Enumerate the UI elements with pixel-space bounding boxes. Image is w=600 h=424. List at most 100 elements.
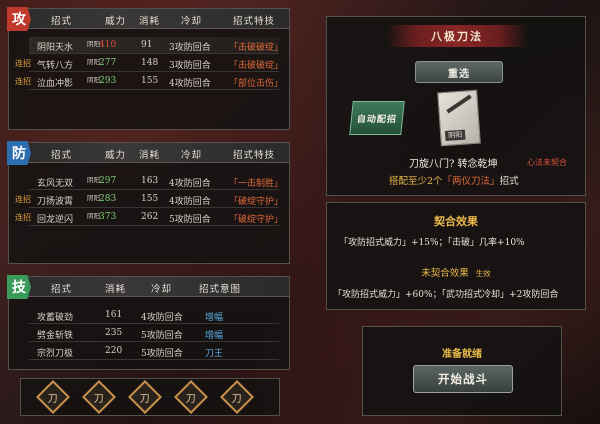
- move-name: 宗烈刀极: [37, 349, 74, 359]
- move-cooldown: 3攻防回合: [169, 43, 211, 53]
- start-battle-button[interactable]: 开始战斗: [413, 365, 513, 393]
- attack-icon: 攻: [7, 7, 31, 31]
- col-cooldown: 冷却: [181, 16, 203, 27]
- attack-row[interactable]: 阴阳天水 阴阳 410 91 3攻防回合 「击破破绽」: [29, 37, 283, 54]
- requirement-line: 搭配至少2个「两仪刀法」招式: [389, 173, 519, 187]
- requirement-suffix: 招式: [499, 176, 519, 187]
- combo-tag: 连招: [15, 77, 31, 86]
- defense-row[interactable]: 连招 回龙逆闪 阴阳 373 262 5攻防回合 「破绽守护」: [15, 209, 283, 226]
- move-cost: 262: [141, 212, 159, 222]
- skill-panel: 技 招式 消耗 冷却 招式意图 攻蓄破劲 161 4攻防回合 增幅 劈金斩铁 2…: [7, 275, 290, 370]
- combo-tag: 连招: [15, 213, 31, 222]
- move-cost: 155: [141, 76, 159, 86]
- skill-row[interactable]: 劈金斩铁 235 5攻防回合 增幅: [29, 325, 279, 342]
- reselect-label: 重选: [448, 68, 470, 80]
- unfit-title: 未契合效果: [421, 268, 469, 279]
- move-cooldown: 3攻防回合: [169, 61, 211, 71]
- xinfa-status: 心法未契合: [527, 158, 567, 167]
- blade-icon: 刀: [48, 393, 58, 405]
- move-power: 293: [99, 76, 117, 86]
- start-battle-label: 开始战斗: [438, 372, 488, 386]
- move-effect: 「击破破绽」: [229, 61, 284, 71]
- fit-title: 契合效果: [434, 215, 478, 228]
- move-power: 277: [99, 58, 117, 68]
- move-cost: 163: [141, 176, 159, 186]
- style-card: 八极刀法 重选 自动配招 阴阳 刀旋八门? 转念乾坤 心法未契合 搭配至少2个「…: [326, 16, 586, 196]
- unfit-line-b: 「武功招式冷却」+2攻防回合: [441, 290, 559, 300]
- move-intent: 刀王: [205, 349, 224, 359]
- defense-header: 防 招式 威力 消耗 冷却 招式特技: [7, 141, 289, 165]
- skill-slot[interactable]: 刀: [128, 380, 162, 414]
- skill-icon: 技: [7, 275, 31, 299]
- brush-icon: [446, 94, 472, 114]
- move-name: 攻蓄破劲: [37, 313, 74, 323]
- col-effect: 招式特技: [233, 150, 276, 161]
- auto-assign-label: 自动配招: [356, 114, 398, 125]
- style-title: 八极刀法: [431, 30, 483, 43]
- col-effect: 招式特技: [233, 16, 276, 27]
- move-name: 劈金斩铁: [37, 331, 74, 341]
- attack-row[interactable]: 连招 气转八方 阴阳 277 148 3攻防回合 「击破破绽」: [15, 55, 283, 72]
- move-cooldown: 5攻防回合: [169, 215, 211, 225]
- combo-tag: 连招: [15, 59, 31, 68]
- move-effect: 「击破破绽」: [229, 43, 284, 53]
- move-power: 283: [99, 194, 117, 204]
- move-power: 410: [99, 40, 117, 50]
- col-cost: 消耗: [105, 284, 127, 295]
- col-cooldown: 冷却: [181, 150, 203, 161]
- col-cooldown: 冷却: [151, 284, 173, 295]
- col-power: 威力: [105, 150, 127, 161]
- combo-tag: 连招: [15, 195, 31, 204]
- move-cost: 155: [141, 194, 159, 204]
- move-name: 泣血冲影: [37, 79, 74, 89]
- unfit-tag: 生效: [475, 269, 491, 278]
- ready-panel: 准备就绪 开始战斗: [362, 326, 562, 416]
- skill-slot[interactable]: 刀: [82, 380, 116, 414]
- unfit-line-a: 「攻防招式威力」+60%；: [333, 290, 442, 300]
- defense-row[interactable]: 玄风无双 阴阳 297 163 4攻防回合 「一击制胜」: [29, 173, 283, 190]
- col-power: 威力: [105, 16, 127, 27]
- col-move: 招式: [51, 16, 73, 27]
- move-cooldown: 4攻防回合: [169, 197, 211, 207]
- move-cost: 235: [105, 328, 123, 338]
- move-cooldown: 5攻防回合: [141, 349, 183, 359]
- skill-header: 技 招式 消耗 冷却 招式意图: [7, 275, 289, 299]
- move-name: 气转八方: [37, 61, 74, 71]
- skill-row[interactable]: 宗烈刀极 220 5攻防回合 刀王: [29, 343, 279, 360]
- blade-icon: 刀: [140, 393, 150, 405]
- ready-label: 准备就绪: [442, 349, 482, 360]
- fit-line: 「攻防招式威力」+15%；「击破」几率+10%: [339, 235, 525, 248]
- skill-slot-bar: 刀 刀 刀 刀 刀: [20, 378, 280, 416]
- defense-row[interactable]: 连招 刀扬波霄 阴阳 283 155 4攻防回合 「破绽守护」: [15, 191, 283, 208]
- manual-book-icon[interactable]: 阴阳: [437, 89, 481, 147]
- skill-slot[interactable]: 刀: [36, 380, 70, 414]
- move-cooldown: 5攻防回合: [141, 331, 183, 341]
- col-intent: 招式意图: [199, 284, 242, 295]
- move-effect: 「部位击伤」: [229, 79, 284, 89]
- move-cost: 161: [105, 310, 123, 320]
- attack-row[interactable]: 连招 泣血冲影 阴阳 293 155 4攻防回合 「部位击伤」: [15, 73, 283, 90]
- book-caption: 刀旋八门? 转念乾坤: [409, 159, 498, 170]
- move-name: 回龙逆闪: [37, 215, 74, 225]
- fit-line-b: 「击破」几率+10%: [447, 238, 525, 248]
- move-cost: 220: [105, 346, 123, 356]
- requirement-highlight: 「两仪刀法」: [442, 176, 500, 187]
- move-cost: 148: [141, 58, 159, 68]
- col-cost: 消耗: [139, 150, 161, 161]
- col-move: 招式: [51, 284, 73, 295]
- fit-line-a: 「攻防招式威力」+15%；: [339, 238, 448, 248]
- move-cooldown: 4攻防回合: [141, 313, 183, 323]
- skill-row[interactable]: 攻蓄破劲 161 4攻防回合 增幅: [29, 307, 279, 324]
- unfit-header: 未契合效果 生效: [327, 265, 585, 279]
- skill-slot[interactable]: 刀: [220, 380, 254, 414]
- move-effect: 「破绽守护」: [229, 197, 284, 207]
- col-cost: 消耗: [139, 16, 161, 27]
- move-power: 297: [99, 176, 117, 186]
- reselect-button[interactable]: 重选: [415, 61, 503, 83]
- skill-slot[interactable]: 刀: [174, 380, 208, 414]
- effects-panel: 契合效果 「攻防招式威力」+15%；「击破」几率+10% 未契合效果 生效 「攻…: [326, 202, 586, 310]
- style-title-banner: 八极刀法: [387, 25, 527, 47]
- move-name: 阴阳天水: [37, 43, 74, 53]
- auto-assign-button[interactable]: 自动配招: [349, 101, 405, 135]
- col-move: 招式: [51, 150, 73, 161]
